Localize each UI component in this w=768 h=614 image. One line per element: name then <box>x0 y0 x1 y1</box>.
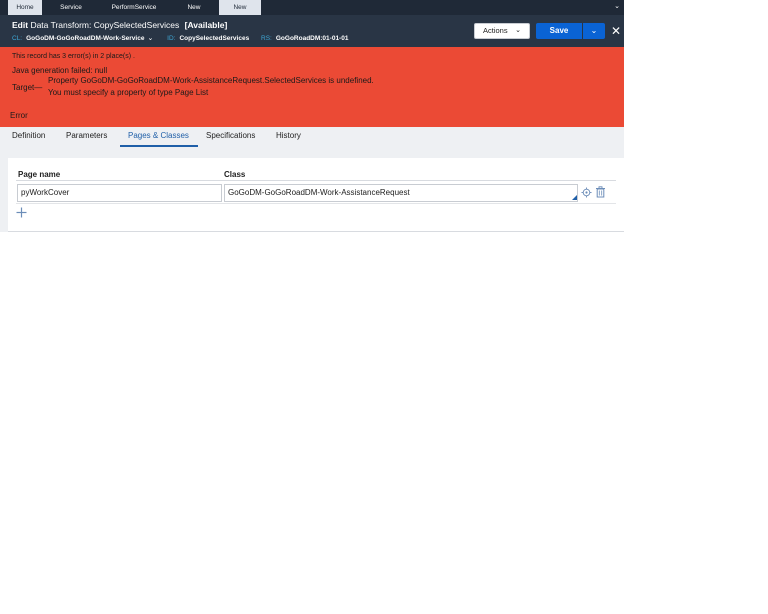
tab-menu-chevron-icon[interactable]: ⌄ <box>612 1 622 13</box>
page-name-input[interactable]: pyWorkCover <box>17 184 222 202</box>
tab-specifications[interactable]: Specifications <box>206 131 255 140</box>
target-icon[interactable] <box>581 187 592 198</box>
page-title: Edit Data Transform: CopySelectedService… <box>12 20 227 30</box>
error-property-message: Property GoGoDM-GoGoRoadDM-Work-Assistan… <box>48 76 374 85</box>
id-label: ID: <box>167 35 176 42</box>
record-tabs: Definition Parameters Pages & Classes Sp… <box>0 127 624 148</box>
rs-label: RS: <box>261 35 272 42</box>
tab-pages-classes[interactable]: Pages & Classes <box>128 131 189 140</box>
trash-icon[interactable] <box>595 186 606 198</box>
top-tab-bar: Home Service PerformService New New ⌄ <box>0 0 624 15</box>
cl-value[interactable]: GoGoDM-GoGoRoadDM-Work-Service <box>26 35 144 42</box>
chevron-down-icon: ⌄ <box>515 27 521 34</box>
rs-value: GoGoRoadDM:01-01-01 <box>275 35 349 42</box>
close-icon[interactable]: ✕ <box>610 24 622 38</box>
tab-performservice[interactable]: PerformService <box>102 0 166 15</box>
record-title: Data Transform: CopySelectedServices <box>30 20 180 30</box>
chevron-down-icon[interactable]: ⌄ <box>147 35 153 42</box>
id-value: CopySelectedServices <box>179 35 250 42</box>
column-header-class: Class <box>224 170 246 179</box>
error-label: Error <box>10 111 28 120</box>
tab-service[interactable]: Service <box>52 0 90 15</box>
autocomplete-indicator <box>572 195 577 200</box>
status-badge: [Available] <box>184 20 228 30</box>
error-target-label: Target— <box>12 83 43 92</box>
error-must-message: You must specify a property of type Page… <box>48 88 209 97</box>
tab-definition[interactable]: Definition <box>12 131 45 140</box>
error-banner: This record has 3 error(s) in 2 place(s)… <box>0 47 624 127</box>
column-header-page-name: Page name <box>18 170 61 179</box>
record-meta: CL: GoGoDM-GoGoRoadDM-Work-Service ⌄ ID: Co… <box>12 34 358 42</box>
class-input[interactable]: GoGoDM-GoGoRoadDM-Work-AssistanceRequest <box>224 184 578 202</box>
save-button[interactable]: Save <box>536 23 582 39</box>
tab-new-1[interactable]: New <box>178 0 210 15</box>
cl-label: CL: <box>12 35 23 42</box>
save-menu-chevron-icon[interactable]: ⌄ <box>583 23 605 39</box>
error-summary: This record has 3 error(s) in 2 place(s)… <box>12 53 135 60</box>
actions-button[interactable]: Actions ⌄ <box>474 23 530 39</box>
record-header: Edit Data Transform: CopySelectedService… <box>0 15 624 47</box>
tab-history[interactable]: History <box>276 131 301 140</box>
tab-parameters[interactable]: Parameters <box>66 131 107 140</box>
header-divider <box>16 180 616 181</box>
row-divider <box>16 203 616 204</box>
tab-home[interactable]: Home <box>8 0 42 15</box>
actions-label: Actions <box>483 26 508 35</box>
edit-prefix: Edit <box>12 20 29 30</box>
app-window: Home Service PerformService New New ⌄ Ed… <box>0 0 624 232</box>
error-java: Java generation failed: null <box>12 66 108 75</box>
active-tab-indicator <box>120 145 198 147</box>
tab-new-2[interactable]: New <box>219 0 261 15</box>
plus-icon[interactable] <box>16 207 27 218</box>
